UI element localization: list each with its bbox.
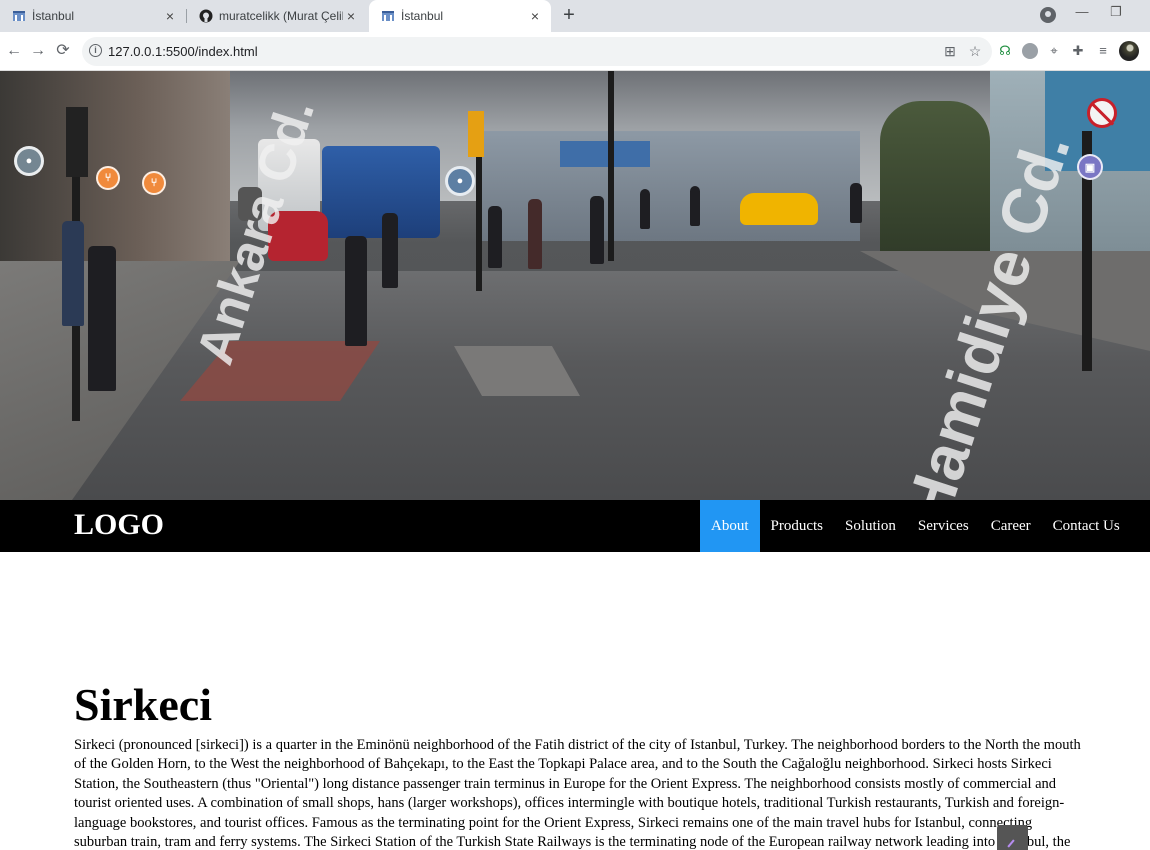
- extensions-puzzle-icon[interactable]: ✚: [1069, 42, 1087, 60]
- nav-menu: About Products Solution Services Career …: [700, 500, 1131, 552]
- page-favicon-icon: [381, 9, 395, 23]
- back-arrow-icon[interactable]: ←: [3, 40, 25, 62]
- article-paragraph: Sirkeci (pronounced [sirkeci]) is a quar…: [74, 737, 1081, 850]
- browser-tab-strip: İstanbul × muratcelikk (Murat Çelik) × İ…: [0, 0, 1150, 32]
- nav-item-career[interactable]: Career: [980, 500, 1042, 552]
- nav-item-services[interactable]: Services: [907, 500, 980, 552]
- page-favicon-icon: [12, 9, 26, 23]
- tab-title: İstanbul: [32, 9, 75, 23]
- minimize-icon[interactable]: —: [1068, 4, 1096, 19]
- browser-toolbar: ← → ⟳ i 127.0.0.1:5500/index.html ⊞ ☆ ☊ …: [0, 32, 1150, 71]
- nav-item-contact-us[interactable]: Contact Us: [1042, 500, 1131, 552]
- bookmark-star-icon[interactable]: ☆: [967, 43, 983, 59]
- url-text[interactable]: 127.0.0.1:5500/index.html: [108, 44, 258, 59]
- location-extension-icon[interactable]: ⌖: [1045, 42, 1063, 60]
- site-info-icon[interactable]: i: [89, 44, 102, 57]
- restaurant-pin-icon[interactable]: ⑂: [142, 171, 166, 195]
- nav-item-products[interactable]: Products: [760, 500, 835, 552]
- adblock-icon[interactable]: [1021, 42, 1039, 60]
- address-bar[interactable]: i 127.0.0.1:5500/index.html ⊞ ☆: [82, 37, 992, 66]
- taxi: [740, 193, 818, 225]
- profile-avatar[interactable]: [1119, 41, 1139, 61]
- page-title: Sirkeci: [74, 679, 212, 730]
- nav-item-about[interactable]: About: [700, 500, 760, 552]
- browser-tab-active[interactable]: İstanbul ×: [369, 0, 551, 32]
- floating-edit-button[interactable]: [997, 825, 1028, 850]
- restore-icon[interactable]: ❐: [1102, 4, 1130, 20]
- site-navbar: LOGO About Products Solution Services Ca…: [0, 500, 1150, 552]
- forward-arrow-icon[interactable]: →: [27, 40, 49, 62]
- main-content: Sirkeci Sirkeci (pronounced [sirkeci]) i…: [74, 678, 1084, 850]
- no-entry-sign-icon: [1087, 98, 1117, 128]
- location-pin-icon[interactable]: ●: [445, 166, 475, 196]
- browser-tab[interactable]: İstanbul ×: [0, 0, 186, 32]
- github-icon: [199, 9, 213, 23]
- transit-pin-icon[interactable]: ▣: [1077, 154, 1103, 180]
- hero-street-image: Ankara Cd. Hamidiye Cd. ● ⑂ ⑂ ● ▣: [0, 71, 1150, 500]
- location-pin-icon[interactable]: ●: [14, 146, 44, 176]
- browser-tab[interactable]: muratcelikk (Murat Çelik) ×: [187, 0, 367, 32]
- translate-icon[interactable]: ⊞: [942, 43, 958, 59]
- media-control-icon[interactable]: [1040, 7, 1056, 23]
- close-icon[interactable]: ×: [343, 8, 359, 24]
- reload-icon[interactable]: ⟳: [52, 40, 74, 62]
- restaurant-pin-icon[interactable]: ⑂: [96, 166, 120, 190]
- tram: [322, 146, 440, 238]
- new-tab-button[interactable]: +: [558, 4, 580, 26]
- nav-item-solution[interactable]: Solution: [834, 500, 907, 552]
- tab-title: İstanbul: [401, 9, 444, 23]
- tab-title: muratcelikk (Murat Çelik): [219, 9, 343, 23]
- close-icon[interactable]: ×: [527, 8, 543, 24]
- reading-list-icon[interactable]: ≡: [1094, 42, 1112, 60]
- site-logo[interactable]: LOGO: [74, 508, 164, 542]
- close-icon[interactable]: ×: [162, 8, 178, 24]
- headphones-icon[interactable]: ☊: [996, 42, 1014, 60]
